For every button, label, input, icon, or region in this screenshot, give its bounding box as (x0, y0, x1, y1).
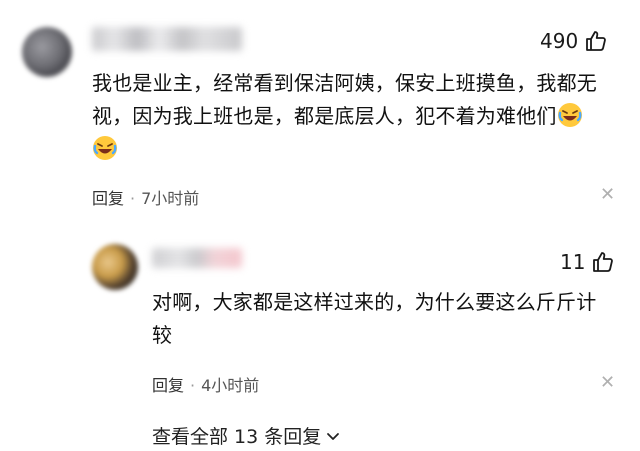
view-all-replies-label: 查看全部 13 条回复 (152, 426, 322, 448)
close-icon[interactable]: ✕ (600, 184, 615, 205)
reply-button[interactable]: 回复 (152, 376, 184, 395)
thumbs-up-icon (593, 252, 614, 272)
laughing-crying-emoji-icon (557, 103, 582, 127)
comment-text: 我也是业主，经常看到保洁阿姨，保安上班摸鱼，我都无 视，因为我上班也是，都是底层… (92, 67, 632, 166)
timestamp: 7小时前 (141, 189, 200, 208)
username-blurred[interactable] (92, 27, 242, 51)
laughing-crying-emoji-icon (93, 136, 117, 160)
comment-meta: 回复 · 7小时前 (92, 185, 199, 209)
reply-avatar[interactable] (92, 244, 138, 290)
separator-dot: · (130, 189, 136, 208)
reply-like-count: 11 (560, 250, 586, 274)
reply-like-group[interactable]: 11 (560, 248, 615, 276)
reply-button[interactable]: 回复 (92, 189, 124, 208)
close-icon[interactable]: ✕ (600, 372, 615, 393)
timestamp: 4小时前 (201, 376, 260, 395)
like-group[interactable]: 490 (540, 27, 608, 55)
reply-text: 对啊，大家都是这样过来的，为什么要这么斤斤计 较 (152, 290, 597, 347)
view-all-replies-link[interactable]: 查看全部 13 条回复 (152, 422, 341, 449)
avatar[interactable] (22, 27, 72, 77)
like-count: 490 (540, 29, 579, 53)
chevron-down-icon (327, 432, 340, 440)
separator-dot: · (190, 376, 196, 395)
reply-meta: 回复 · 4小时前 (152, 372, 259, 396)
thumbs-up-icon (586, 31, 607, 51)
reply-username-blurred[interactable] (152, 248, 242, 268)
